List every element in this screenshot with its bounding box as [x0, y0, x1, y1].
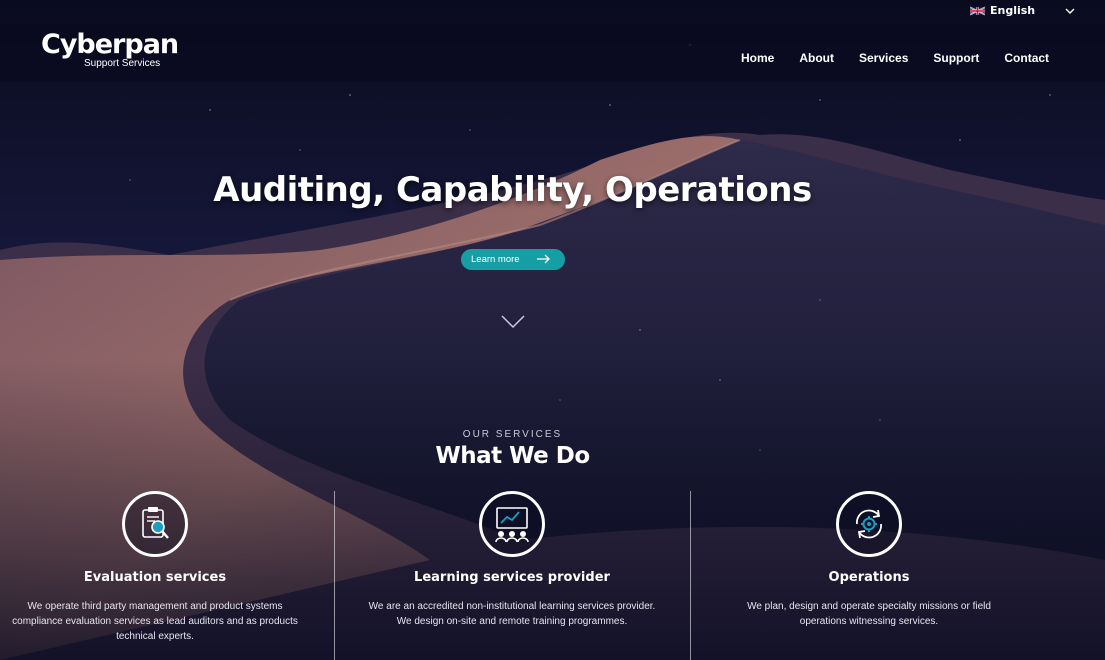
service-icon-wrapper	[122, 491, 188, 557]
operations-gear-cycle-icon	[856, 509, 882, 539]
learn-more-button[interactable]: Learn more	[461, 249, 565, 270]
service-description: We operate third party management and pr…	[12, 601, 298, 642]
service-card-evaluation[interactable]: Evaluation services We operate third par…	[0, 491, 310, 644]
language-selector[interactable]: English	[970, 4, 1035, 17]
arrow-right-icon	[537, 254, 550, 264]
nav-home[interactable]: Home	[741, 51, 774, 65]
service-icon-wrapper	[479, 491, 545, 557]
service-icon-wrapper	[836, 491, 902, 557]
site-header: Cyberpan Support Services Home About Ser…	[0, 24, 1105, 82]
column-divider	[334, 491, 335, 660]
chevron-down-icon[interactable]	[1064, 5, 1076, 17]
learn-more-label: Learn more	[471, 254, 520, 265]
scroll-down-chevron-icon[interactable]	[501, 315, 525, 329]
nav-about[interactable]: About	[799, 51, 834, 65]
service-description: We are an accredited non-institutional l…	[368, 601, 656, 627]
service-title: Operations	[828, 570, 910, 585]
uk-flag-icon	[970, 6, 985, 15]
main-nav: Home About Services Support Contact	[741, 51, 1074, 65]
training-presentation-icon	[495, 507, 529, 543]
column-divider	[690, 491, 691, 660]
nav-services[interactable]: Services	[859, 51, 908, 65]
audit-clipboard-magnifier-icon	[142, 507, 169, 539]
logo[interactable]: Cyberpan Support Services	[41, 29, 179, 70]
logo-main-text: Cyberpan	[41, 29, 179, 60]
service-card-learning[interactable]: Learning services provider We are an acc…	[357, 491, 667, 629]
service-card-operations[interactable]: Operations We plan, design and operate s…	[714, 491, 1024, 629]
nav-contact[interactable]: Contact	[1004, 51, 1049, 65]
language-label: English	[990, 4, 1036, 17]
nav-support[interactable]: Support	[933, 51, 979, 65]
service-title: Learning services provider	[414, 570, 610, 585]
service-title: Evaluation services	[83, 570, 227, 585]
logo-sub-text: Support Services	[84, 58, 161, 69]
language-bar: English	[0, 0, 1105, 24]
section-eyebrow: OUR SERVICES	[462, 429, 563, 440]
hero-title: Auditing, Capability, Operations	[213, 170, 812, 210]
section-title: What We Do	[435, 443, 590, 469]
service-description: We plan, design and operate specialty mi…	[747, 601, 991, 627]
